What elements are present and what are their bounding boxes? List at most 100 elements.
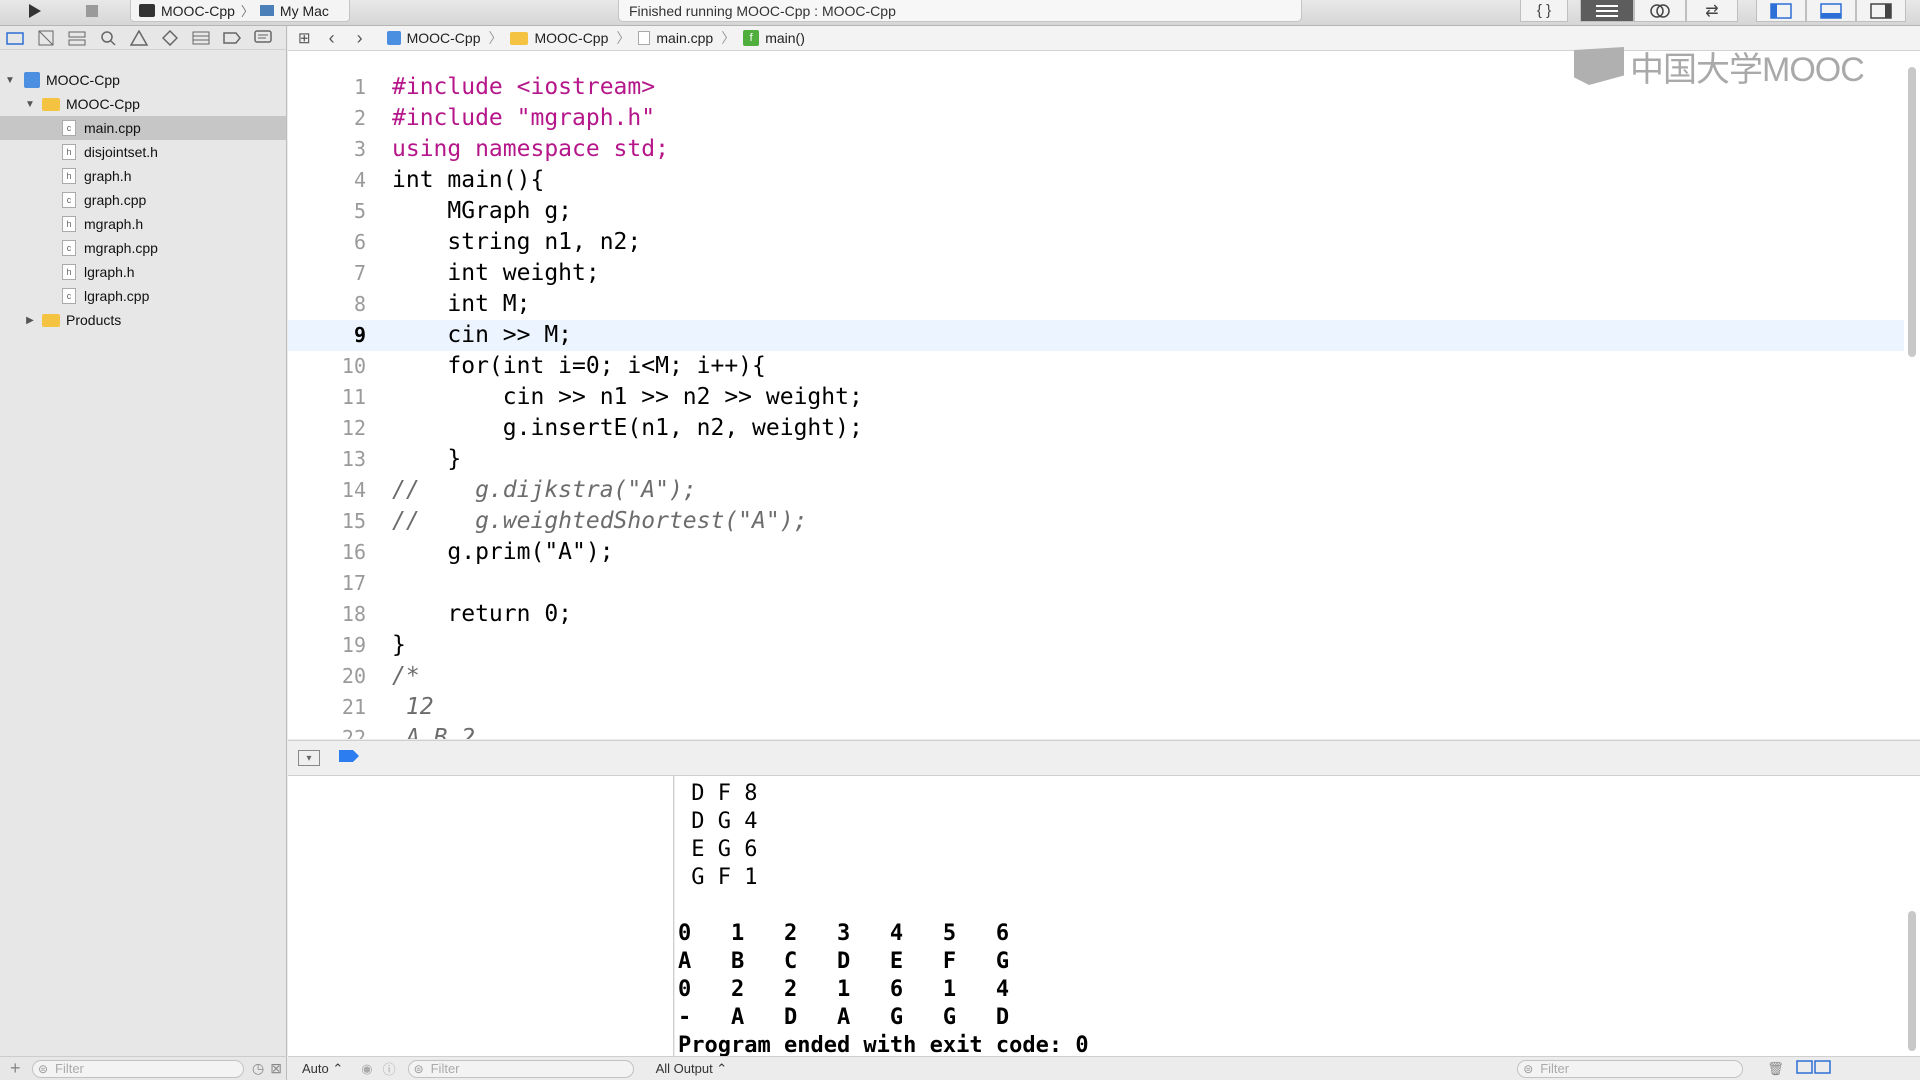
code-line[interactable]: 3 using namespace std; [288,134,1904,165]
code-line[interactable]: 11 cin >> n1 >> n2 >> weight; [288,382,1904,413]
related-items-icon[interactable]: ⊞ [298,29,311,47]
console-output[interactable]: D F 8 D G 4 E G 6 G F 1 0 1 2 3 4 5 6 A … [675,776,1920,1056]
test-diamond-icon[interactable] [159,28,181,48]
breakpoint-icon[interactable] [221,28,243,48]
code-line[interactable]: 19} [288,630,1904,661]
disclosure-closed-icon[interactable]: ▶ [24,315,36,326]
code-line[interactable]: 2 #include "mgraph.h" [288,103,1904,134]
tree-item-file[interactable]: h disjointset.h [0,140,286,164]
eye-icon[interactable]: ◉ [361,1061,372,1077]
code-text[interactable]: } [392,630,406,661]
code-text[interactable]: int main(){ [392,165,544,196]
code-line[interactable]: 20 /* [288,661,1904,692]
tree-item-file[interactable]: c graph.cpp [0,188,286,212]
code-line[interactable]: 16 g.prim("A"); [288,537,1904,568]
code-line[interactable]: 4 int main(){ [288,165,1904,196]
code-text[interactable]: #include <iostream> [392,72,655,103]
breadcrumb-project[interactable]: MOOC-Cpp [386,30,480,46]
code-line[interactable]: 15 // g.weightedShortest("A"); [288,506,1904,537]
run-button[interactable] [12,0,56,22]
tree-item-file[interactable]: c lgraph.cpp [0,284,286,308]
code-text[interactable]: #include "mgraph.h" [392,103,655,134]
code-text[interactable]: g.insertE(n1, n2, weight); [392,413,863,444]
code-line[interactable]: 14 // g.dijkstra("A"); [288,475,1904,506]
code-text[interactable]: // g.dijkstra("A"); [392,475,697,506]
code-text[interactable]: } [392,444,461,475]
code-line[interactable]: 22 A B 2 [288,723,1904,739]
folder-icon[interactable] [4,28,26,48]
info-icon[interactable]: ⓘ [383,1059,396,1078]
variables-filter-input[interactable]: Filter [407,1059,634,1078]
breadcrumb-file[interactable]: main.cpp [638,30,713,46]
output-selector[interactable]: All Output ⌃ [656,1061,728,1077]
filter-scm-icon[interactable]: ⊠ [270,1060,282,1077]
tree-item-group[interactable]: ▶ Products [0,308,286,332]
code-line[interactable]: 5 MGraph g; [288,196,1904,227]
code-line-current[interactable]: 9 cin >> M; [288,320,1904,351]
code-line[interactable]: 6 string n1, n2; [288,227,1904,258]
tree-item-file[interactable]: h graph.h [0,164,286,188]
tree-item-group[interactable]: ▼ MOOC-Cpp [0,92,286,116]
code-text[interactable]: int weight; [392,258,599,289]
search-icon[interactable] [97,28,119,48]
code-line[interactable]: 17 [288,568,1904,599]
code-text[interactable]: A B 2 [392,723,475,739]
disclosure-open-icon[interactable]: ▼ [4,75,16,86]
console-scrollbar[interactable] [1908,911,1916,1051]
console-filter-input[interactable]: Filter [1517,1059,1744,1078]
code-line[interactable]: 18 return 0; [288,599,1904,630]
stop-button[interactable] [70,0,114,22]
code-text[interactable]: // g.weightedShortest("A"); [392,506,807,537]
source-editor[interactable]: 1 #include <iostream> 2 #include "mgraph.h… [288,51,1920,739]
version-editor-button[interactable]: ⇄ [1686,0,1738,22]
breakpoints-toggle-icon[interactable] [338,749,360,768]
code-text[interactable]: /* [392,661,420,692]
code-text[interactable]: 12 [392,692,434,723]
hierarchy-icon[interactable] [66,28,88,48]
code-line[interactable]: 10 for(int i=0; i<M; i++){ [288,351,1904,382]
auto-scope-selector[interactable]: Auto ⌃ [302,1061,343,1077]
warning-icon[interactable] [128,28,150,48]
tree-item-file[interactable]: h lgraph.h [0,260,286,284]
report-icon[interactable] [252,28,274,48]
split-view-icon[interactable] [1795,1060,1832,1077]
forward-icon[interactable]: › [357,28,363,49]
code-text[interactable]: int M; [392,289,530,320]
debug-icon[interactable] [190,28,212,48]
code-line[interactable]: 12 g.insertE(n1, n2, weight); [288,413,1904,444]
toggle-debug-area-button[interactable] [1806,0,1856,22]
breadcrumb-folder[interactable]: MOOC-Cpp [510,30,608,46]
hide-debug-area-icon[interactable]: ▾ [298,750,320,766]
disclosure-open-icon[interactable]: ▼ [24,99,36,110]
code-text[interactable]: return 0; [392,599,572,630]
code-line[interactable]: 7 int weight; [288,258,1904,289]
recent-files-icon[interactable]: ◷ [252,1060,264,1077]
source-control-icon[interactable] [35,28,57,48]
code-line[interactable]: 8 int M; [288,289,1904,320]
add-icon[interactable]: + [10,1058,32,1079]
toggle-utilities-button[interactable] [1856,0,1906,22]
back-icon[interactable]: ‹ [329,28,335,49]
navigator-filter-input[interactable]: Filter [32,1059,244,1078]
code-snippet-button[interactable]: { } [1520,0,1568,22]
standard-editor-button[interactable] [1580,0,1634,22]
code-text[interactable]: cin >> n1 >> n2 >> weight; [392,382,863,413]
scheme-selector[interactable]: MOOC-Cpp 〉 My Mac [130,0,350,22]
code-text[interactable]: for(int i=0; i<M; i++){ [392,351,766,382]
breadcrumb-symbol[interactable]: f main() [743,30,805,46]
code-text[interactable]: cin >> M; [392,320,572,351]
code-text[interactable]: using namespace std; [392,134,669,165]
editor-scrollbar[interactable] [1908,67,1916,357]
tree-item-file[interactable]: c mgraph.cpp [0,236,286,260]
tree-item-file[interactable]: h mgraph.h [0,212,286,236]
code-text[interactable]: MGraph g; [392,196,572,227]
tree-item-project[interactable]: ▼ MOOC-Cpp [0,68,286,92]
code-text[interactable]: g.prim("A"); [392,537,613,568]
code-line[interactable]: 21 12 [288,692,1904,723]
code-text[interactable]: string n1, n2; [392,227,641,258]
toggle-navigator-button[interactable] [1756,0,1806,22]
trash-icon[interactable]: 🗑 [1767,1061,1784,1077]
assistant-editor-button[interactable] [1634,0,1686,22]
code-line[interactable]: 13 } [288,444,1904,475]
tree-item-file[interactable]: c main.cpp [0,116,286,140]
